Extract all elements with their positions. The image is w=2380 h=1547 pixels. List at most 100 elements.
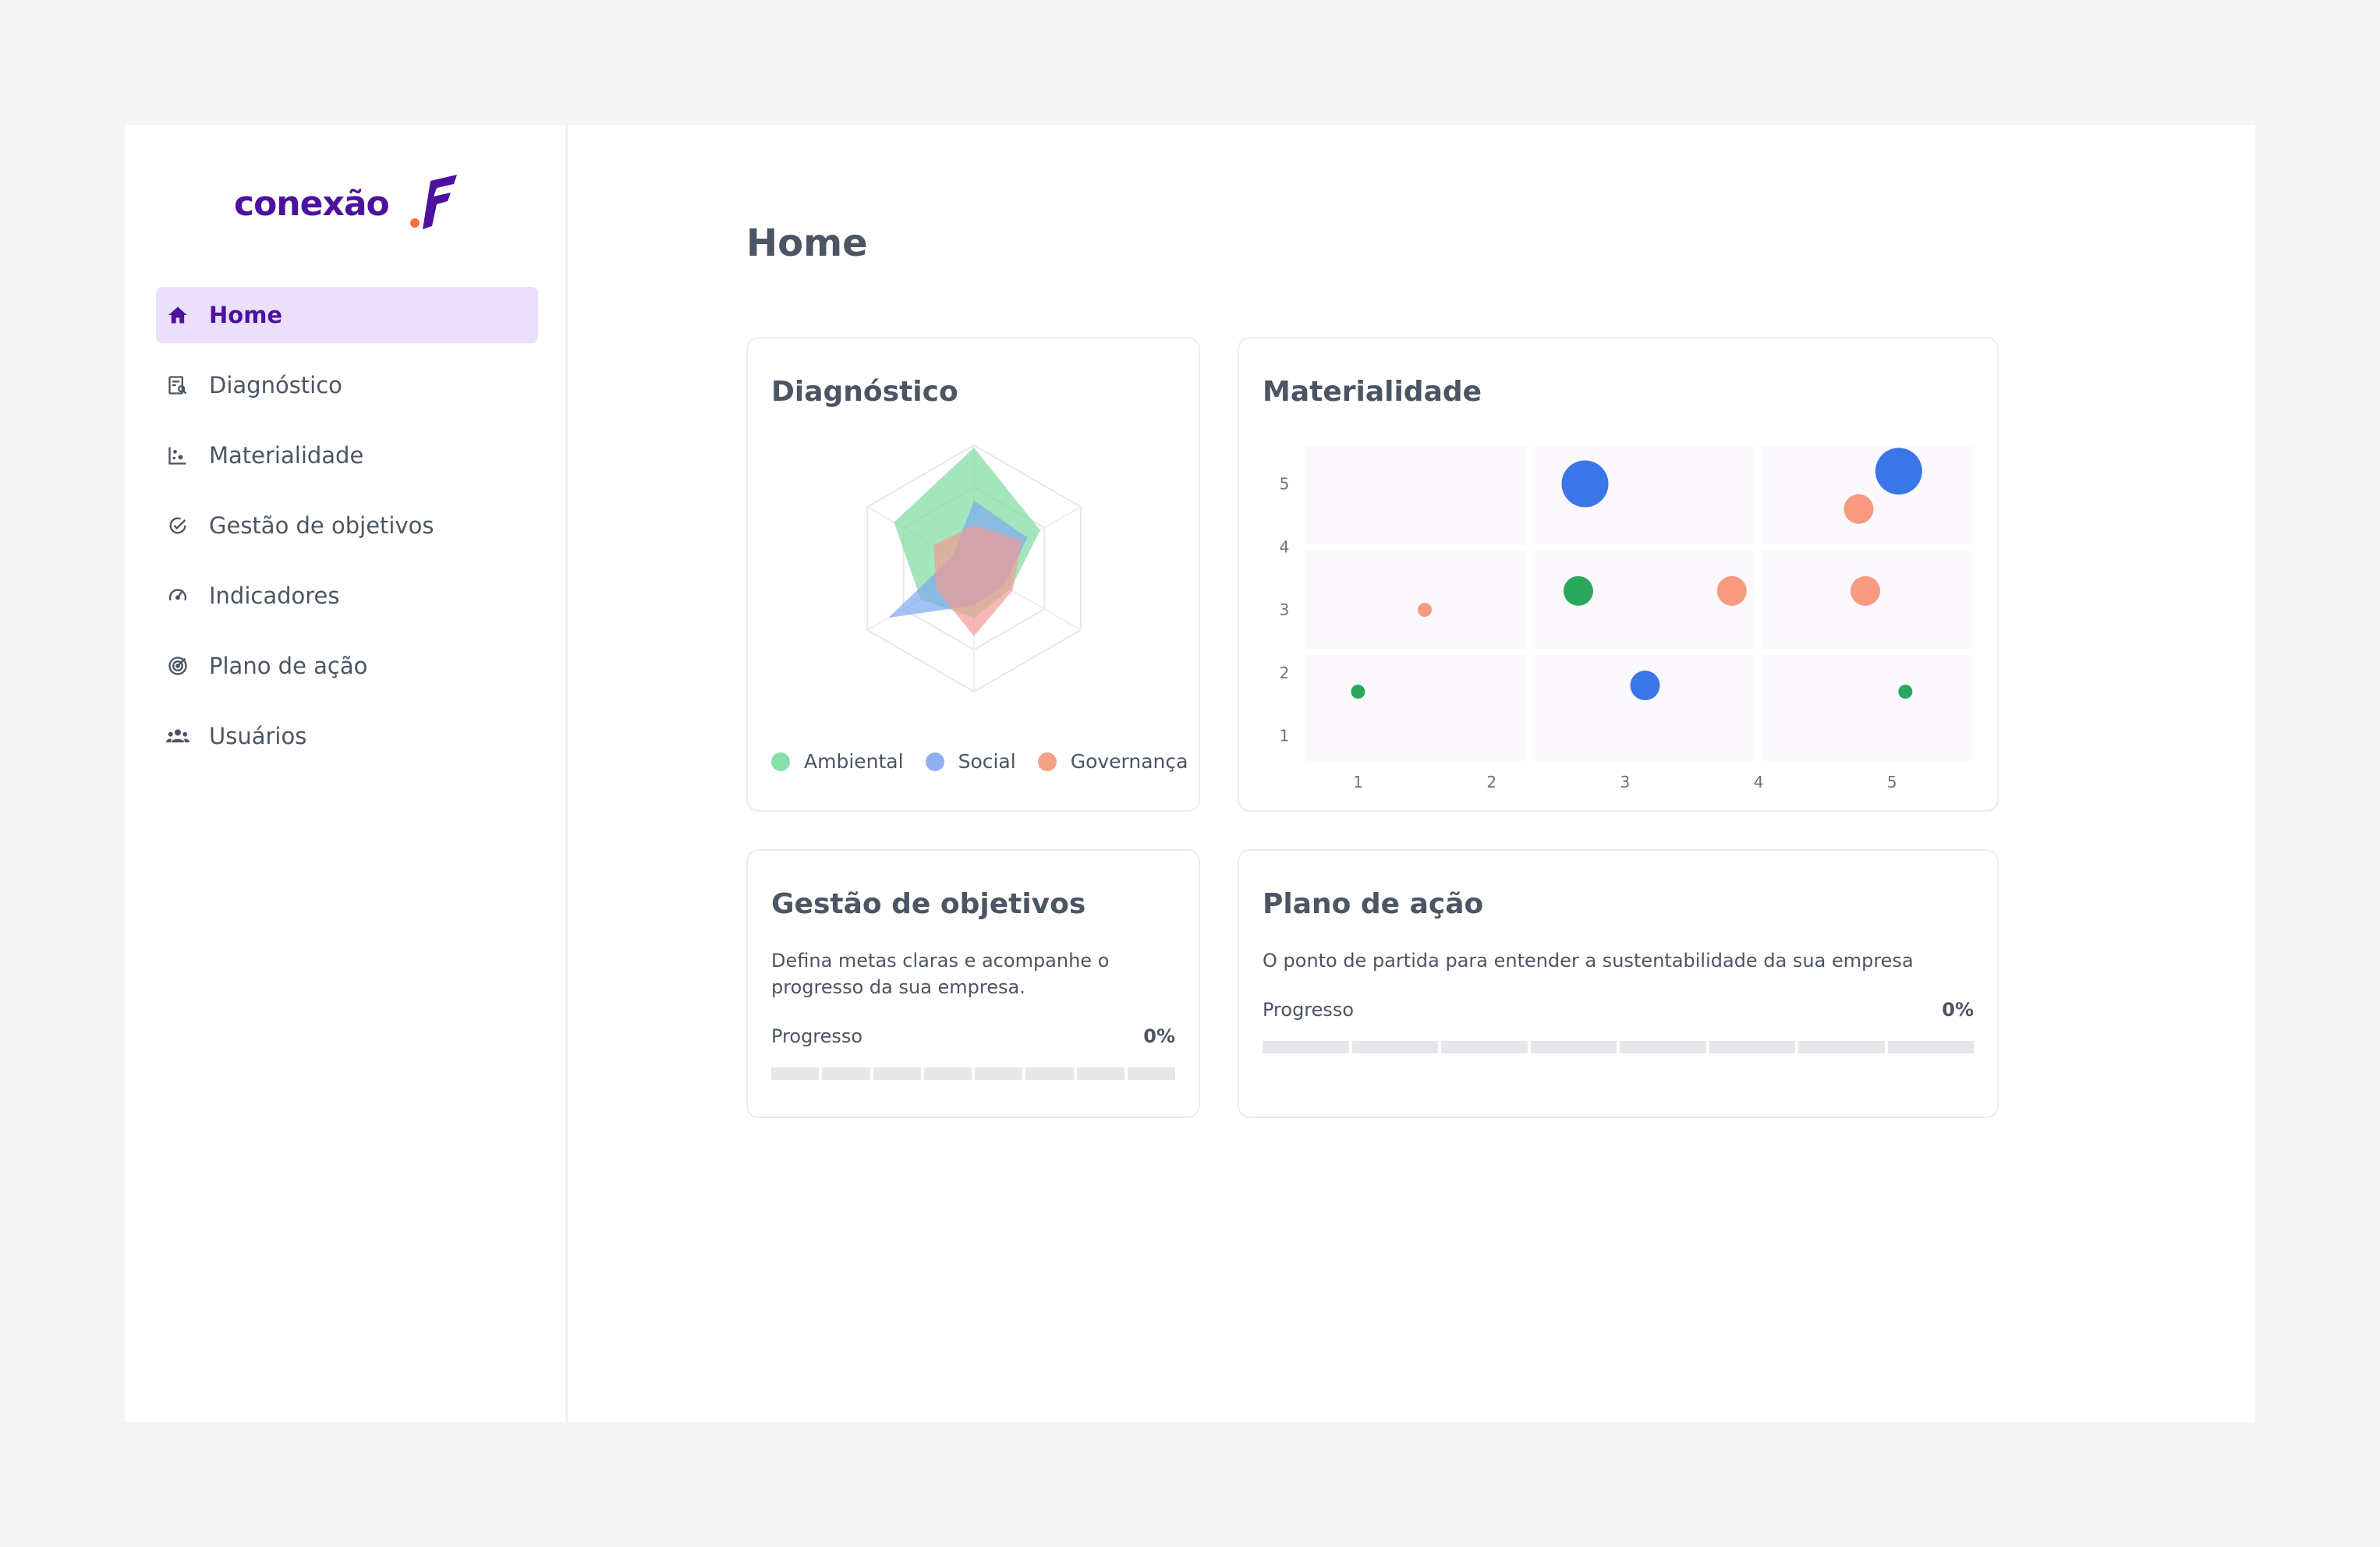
sidebar-item-materialidade[interactable]: Materialidade bbox=[156, 427, 538, 483]
matrix-cell bbox=[1305, 446, 1526, 544]
card-description: Defina metas claras e acompanhe o progre… bbox=[771, 947, 1109, 1000]
y-tick-label: 1 bbox=[1280, 727, 1290, 745]
progress-segment bbox=[1351, 1041, 1438, 1053]
legend-label: Social bbox=[958, 750, 1016, 773]
matrix-bubble[interactable] bbox=[1851, 575, 1881, 606]
matrix-cell bbox=[1305, 655, 1526, 761]
progress-label: Progresso bbox=[1263, 999, 1355, 1021]
users-icon bbox=[165, 724, 190, 749]
diagnostico-card[interactable]: Diagnóstico Ambiental Social Governança bbox=[746, 337, 1200, 812]
progress-value: 0% bbox=[1942, 999, 1974, 1021]
progress-segment bbox=[1709, 1041, 1795, 1053]
brand-logo[interactable]: conexão bbox=[234, 172, 491, 234]
progress-segment bbox=[1530, 1041, 1617, 1053]
legend-dot bbox=[771, 752, 790, 771]
legend-item-governanca[interactable]: Governança bbox=[1037, 750, 1188, 773]
radar-series-governança[interactable] bbox=[933, 525, 1022, 636]
logo-text: conexão bbox=[234, 184, 390, 224]
x-tick-label: 1 bbox=[1353, 773, 1363, 791]
plano-acao-card[interactable]: Plano de ação O ponto de partida para en… bbox=[1238, 849, 1999, 1118]
materiality-matrix-chart: 1 2 3 4 5 1 2 3 4 5 bbox=[1280, 446, 1972, 791]
sidebar-item-label: Gestão de objetivos bbox=[209, 512, 434, 539]
sidebar: conexão Home Diagnóstico Materialidade G… bbox=[125, 125, 568, 1422]
sidebar-item-diagnostico[interactable]: Diagnóstico bbox=[156, 357, 538, 413]
matrix-bubble[interactable] bbox=[1561, 460, 1609, 508]
legend-dot bbox=[925, 752, 944, 771]
matrix-cell bbox=[1305, 550, 1526, 649]
y-tick-label: 2 bbox=[1280, 664, 1290, 682]
x-tick-label: 2 bbox=[1486, 773, 1496, 791]
logo-dot bbox=[410, 218, 420, 228]
y-tick-label: 5 bbox=[1280, 474, 1290, 493]
legend-label: Governança bbox=[1070, 750, 1188, 773]
description-line: Defina metas claras e acompanhe o bbox=[771, 950, 1110, 972]
y-tick-label: 4 bbox=[1280, 537, 1290, 556]
progress-segment bbox=[975, 1067, 1023, 1080]
progress-segment bbox=[1887, 1041, 1974, 1053]
sidebar-item-indicadores[interactable]: Indicadores bbox=[156, 568, 538, 624]
progress-segment bbox=[923, 1067, 972, 1080]
card-description: O ponto de partida para entender a suste… bbox=[1263, 950, 1914, 972]
progress-segment bbox=[1025, 1067, 1074, 1080]
logo-f-mark-icon bbox=[423, 175, 457, 229]
matrix-bubble[interactable] bbox=[1351, 685, 1365, 699]
matrix-bubble[interactable] bbox=[1563, 575, 1593, 606]
sidebar-item-label: Home bbox=[209, 302, 283, 328]
legend-item-ambiental[interactable]: Ambiental bbox=[771, 750, 904, 773]
sidebar-item-label: Diagnóstico bbox=[209, 372, 342, 398]
radar-chart bbox=[866, 444, 1082, 693]
matrix-bubble[interactable] bbox=[1875, 448, 1922, 495]
target-icon bbox=[165, 653, 190, 678]
page-title: Home bbox=[746, 221, 868, 265]
legend-dot bbox=[1037, 752, 1057, 771]
x-tick-label: 5 bbox=[1887, 773, 1897, 791]
main-nav: Home Diagnóstico Materialidade Gestão de… bbox=[156, 287, 538, 778]
gauge-icon bbox=[165, 583, 190, 608]
progress-segment bbox=[1798, 1041, 1885, 1053]
matrix-cell bbox=[1762, 446, 1972, 544]
progress-segment bbox=[1263, 1041, 1349, 1053]
x-tick-label: 3 bbox=[1620, 773, 1631, 791]
sidebar-item-label: Materialidade bbox=[209, 442, 364, 469]
y-tick-label: 3 bbox=[1280, 600, 1290, 619]
matrix-bubble[interactable] bbox=[1898, 685, 1913, 699]
card-title: Diagnóstico bbox=[771, 376, 958, 408]
progress-segment bbox=[1076, 1067, 1124, 1080]
sidebar-item-plano-acao[interactable]: Plano de ação bbox=[156, 638, 538, 694]
chart-legend: Ambiental Social Governança bbox=[771, 750, 1209, 773]
progress-bar bbox=[771, 1067, 1175, 1080]
app-window: conexão Home Diagnóstico Materialidade G… bbox=[125, 125, 2255, 1422]
progress-segment bbox=[822, 1067, 870, 1080]
legend-label: Ambiental bbox=[804, 750, 904, 773]
matrix-cell bbox=[1762, 655, 1972, 761]
card-title: Plano de ação bbox=[1263, 888, 1484, 920]
report-search-icon bbox=[165, 373, 190, 398]
sidebar-item-usuarios[interactable]: Usuários bbox=[156, 708, 538, 764]
x-tick-label: 4 bbox=[1754, 773, 1764, 791]
materialidade-card[interactable]: Materialidade 1 2 3 4 5 1 2 3 4 5 bbox=[1238, 337, 1999, 812]
gestao-objetivos-card[interactable]: Gestão de objetivos Defina metas claras … bbox=[746, 849, 1200, 1118]
progress-label: Progresso bbox=[771, 1025, 863, 1047]
progress-segment bbox=[1127, 1067, 1175, 1080]
progress-segment bbox=[1620, 1041, 1706, 1053]
progress-segment bbox=[771, 1067, 820, 1080]
sidebar-item-home[interactable]: Home bbox=[156, 287, 538, 343]
matrix-bubble[interactable] bbox=[1418, 603, 1433, 618]
sidebar-item-label: Usuários bbox=[209, 723, 307, 749]
scatter-chart-icon bbox=[165, 443, 190, 468]
sidebar-item-label: Indicadores bbox=[209, 582, 340, 609]
sidebar-item-label: Plano de ação bbox=[209, 653, 368, 679]
progress-value: 0% bbox=[1143, 1025, 1175, 1047]
description-line: progresso da sua empresa. bbox=[771, 976, 1025, 998]
card-title: Gestão de objetivos bbox=[771, 888, 1086, 920]
check-circle-icon bbox=[165, 513, 190, 538]
sidebar-item-gestao-objetivos[interactable]: Gestão de objetivos bbox=[156, 497, 538, 554]
progress-segment bbox=[873, 1067, 921, 1080]
matrix-bubble[interactable] bbox=[1716, 575, 1747, 606]
progress-segment bbox=[1441, 1041, 1528, 1053]
matrix-bubble[interactable] bbox=[1630, 671, 1660, 701]
card-title: Materialidade bbox=[1263, 376, 1482, 408]
legend-item-social[interactable]: Social bbox=[925, 750, 1016, 773]
home-icon bbox=[165, 303, 190, 327]
matrix-bubble[interactable] bbox=[1843, 494, 1874, 524]
